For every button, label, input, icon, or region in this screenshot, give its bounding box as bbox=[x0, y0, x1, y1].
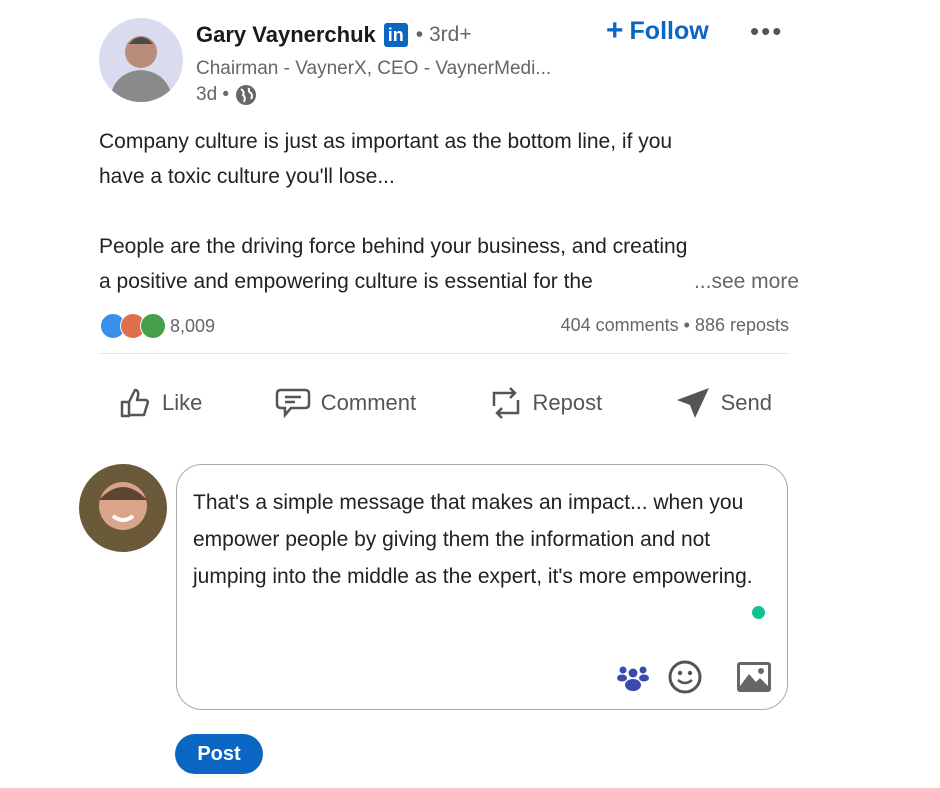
post-line: People are the driving force behind your… bbox=[99, 235, 688, 258]
author-name-link[interactable]: Gary Vaynerchuk bbox=[196, 22, 376, 48]
follow-label: Follow bbox=[629, 16, 709, 45]
repost-button[interactable]: Repost bbox=[471, 380, 621, 426]
reactions[interactable]: 8,009 bbox=[100, 313, 215, 339]
post-line: a positive and empowering culture is ess… bbox=[99, 270, 593, 293]
reaction-count[interactable]: 8,009 bbox=[170, 316, 215, 337]
post-button[interactable]: Post bbox=[175, 734, 263, 774]
post-line bbox=[99, 194, 799, 229]
time-label: 3d • bbox=[196, 84, 230, 105]
plus-icon: + bbox=[606, 14, 624, 47]
see-more-link[interactable]: ...see more bbox=[694, 264, 799, 299]
post-body: Company culture is just as important as … bbox=[99, 124, 799, 299]
globe-icon bbox=[236, 85, 257, 105]
linkedin-icon: in bbox=[383, 23, 408, 47]
celebrate-reaction-icon bbox=[140, 313, 166, 339]
author-avatar[interactable] bbox=[99, 18, 183, 102]
send-button[interactable]: Send bbox=[657, 380, 790, 426]
repost-icon bbox=[492, 387, 519, 419]
send-label: Send bbox=[720, 390, 772, 415]
post-line-last: a positive and empowering culture is ess… bbox=[99, 264, 799, 299]
comment-button[interactable]: Comment bbox=[257, 380, 434, 426]
thumbs-up-icon bbox=[120, 388, 150, 418]
like-label: Like bbox=[162, 390, 203, 415]
post-line: have a toxic culture you'll lose... bbox=[99, 165, 395, 188]
post-line: Company culture is just as important as … bbox=[99, 130, 673, 153]
status-dot bbox=[752, 606, 765, 619]
comment-text[interactable]: That's a simple message that makes an im… bbox=[193, 484, 773, 595]
author-headline: Chairman - VaynerX, CEO - VaynerMedi... bbox=[196, 58, 552, 79]
image-icon[interactable] bbox=[736, 661, 772, 693]
like-button[interactable]: Like bbox=[100, 380, 220, 426]
post-time: 3d • bbox=[196, 84, 257, 106]
send-icon bbox=[676, 388, 709, 418]
comment-label: Comment bbox=[320, 390, 417, 415]
divider bbox=[99, 353, 789, 354]
repost-label: Repost bbox=[532, 390, 603, 415]
follow-button[interactable]: + Follow bbox=[606, 16, 709, 46]
group-mention-icon[interactable] bbox=[617, 664, 649, 692]
user-avatar[interactable] bbox=[79, 464, 167, 552]
comments-reposts-count[interactable]: 404 comments • 886 reposts bbox=[561, 315, 789, 336]
action-bar: Like Comment Repost Send bbox=[100, 380, 790, 426]
emoji-icon[interactable] bbox=[667, 659, 703, 695]
author-name[interactable]: Gary Vaynerchuk in • 3rd+ bbox=[196, 22, 472, 48]
connection-degree: • 3rd+ bbox=[415, 23, 472, 46]
comment-icon bbox=[275, 388, 310, 419]
more-options-icon[interactable]: ••• bbox=[750, 16, 783, 47]
